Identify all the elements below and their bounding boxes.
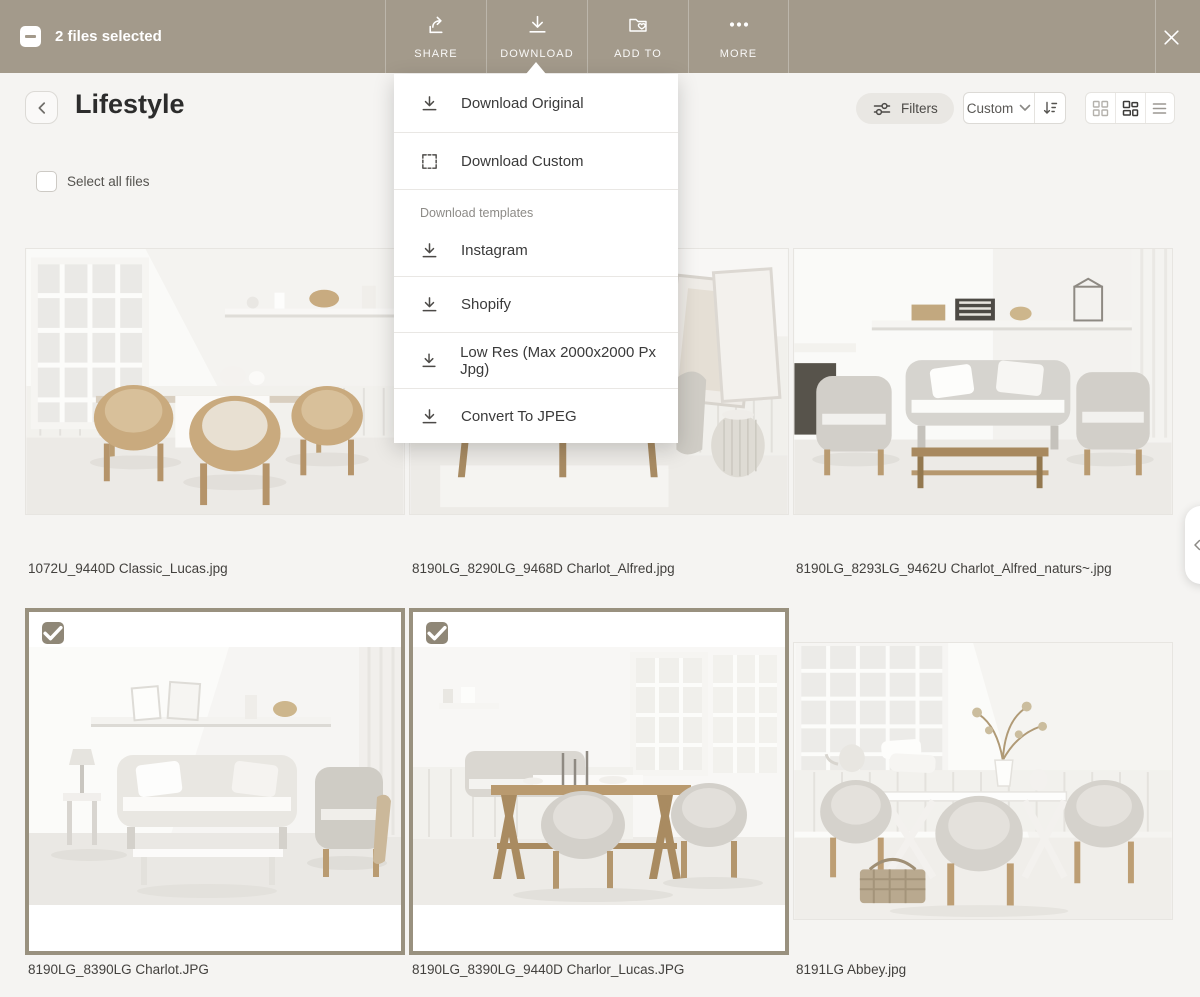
menu-item-download-original[interactable]: Download Original [394, 74, 678, 132]
page-title: Lifestyle [75, 89, 185, 120]
share-button-label: SHARE [414, 48, 457, 60]
menu-section-label: Download templates [394, 190, 678, 224]
menu-item-template-lowres[interactable]: Low Res (Max 2000x2000 Px Jpg) [394, 333, 678, 388]
back-button[interactable] [25, 91, 58, 124]
menu-item-label: Shopify [461, 296, 511, 313]
check-icon [42, 504, 64, 762]
file-name: 8191LG Abbey.jpg [796, 962, 906, 977]
close-selection-button[interactable] [1158, 24, 1184, 50]
menu-item-label: Download Custom [461, 153, 584, 170]
add-to-button[interactable]: ADD TO [587, 0, 688, 73]
toolbar-actions: SHARE DOWNLOAD ADD TO [385, 0, 789, 73]
file-selected-checkbox[interactable] [426, 622, 448, 644]
filters-button[interactable]: Filters [856, 93, 954, 124]
asset-library-page: 2 files selected SHARE DO [0, 0, 1200, 997]
file-name: 8190LG_8293LG_9462U Charlot_Alfred_natur… [796, 561, 1112, 576]
select-all-label: Select all files [67, 174, 150, 189]
sort-descending-icon [1041, 99, 1059, 117]
file-card-selected[interactable] [25, 608, 405, 955]
menu-item-label: Low Res (Max 2000x2000 Px Jpg) [460, 344, 678, 378]
chevron-down-icon [1019, 104, 1031, 112]
download-icon [526, 13, 549, 41]
view-grid-large-button[interactable] [1115, 93, 1144, 123]
download-icon [420, 241, 439, 260]
menu-item-label: Instagram [461, 242, 528, 259]
chevron-left-icon [36, 101, 47, 115]
dropdown-caret [526, 62, 546, 74]
file-card[interactable] [793, 248, 1173, 515]
indeterminate-minus-icon [25, 35, 36, 38]
share-button[interactable]: SHARE [385, 0, 486, 73]
sort-select[interactable]: Custom [964, 93, 1034, 123]
download-icon [420, 351, 438, 370]
selection-count-label: 2 files selected [55, 26, 162, 47]
deselect-all-checkbox[interactable] [20, 26, 41, 47]
menu-item-label: Download Original [461, 95, 584, 112]
menu-item-template-instagram[interactable]: Instagram [394, 224, 678, 276]
add-to-button-label: ADD TO [614, 48, 662, 60]
toolbar-divider [1155, 0, 1156, 73]
file-thumbnail [793, 642, 1173, 920]
selection-toolbar: 2 files selected SHARE DO [0, 0, 1200, 73]
select-all-row: Select all files [36, 171, 150, 192]
file-thumbnail [793, 248, 1173, 515]
file-card[interactable] [25, 248, 405, 515]
list-icon [1151, 100, 1168, 117]
file-name: 8190LG_8390LG_9440D Charlor_Lucas.JPG [412, 962, 684, 977]
close-icon [1162, 28, 1181, 47]
grid-masonry-icon [1122, 100, 1139, 117]
share-icon [425, 13, 448, 41]
download-icon [420, 295, 439, 314]
select-all-checkbox[interactable] [36, 171, 57, 192]
custom-size-icon [420, 152, 439, 171]
file-thumbnail [413, 647, 785, 905]
sort-select-value: Custom [967, 101, 1014, 116]
file-thumbnail [29, 647, 401, 905]
download-button-label: DOWNLOAD [500, 48, 574, 60]
file-selected-checkbox[interactable] [42, 622, 64, 644]
view-list-button[interactable] [1145, 93, 1174, 123]
chevron-left-icon [1192, 538, 1200, 552]
more-button-label: MORE [720, 48, 757, 60]
menu-item-convert-jpeg[interactable]: Convert To JPEG [394, 389, 678, 443]
download-dropdown-menu: Download Original Download Custom Downlo… [394, 74, 678, 443]
expand-panel-tab[interactable] [1185, 506, 1200, 584]
check-icon [426, 504, 448, 762]
file-thumbnail [25, 248, 405, 515]
download-icon [420, 407, 439, 426]
filters-button-label: Filters [901, 101, 938, 116]
sort-control: Custom [963, 92, 1066, 124]
menu-item-template-shopify[interactable]: Shopify [394, 277, 678, 332]
view-toggle [1085, 92, 1175, 124]
file-card[interactable] [793, 642, 1173, 920]
view-grid-small-button[interactable] [1086, 93, 1115, 123]
more-button[interactable]: MORE [688, 0, 789, 73]
more-dots-icon [726, 13, 752, 41]
sort-direction-button[interactable] [1034, 93, 1065, 123]
file-name: 8190LG_8290LG_9468D Charlot_Alfred.jpg [412, 561, 675, 576]
grid-small-icon [1092, 100, 1109, 117]
folder-heart-icon [626, 13, 650, 41]
download-icon [420, 94, 439, 113]
file-name: 8190LG_8390LG Charlot.JPG [28, 962, 209, 977]
file-card-selected[interactable] [409, 608, 789, 955]
filters-icon [872, 99, 892, 119]
menu-item-download-custom[interactable]: Download Custom [394, 133, 678, 189]
menu-item-label: Convert To JPEG [461, 408, 577, 425]
